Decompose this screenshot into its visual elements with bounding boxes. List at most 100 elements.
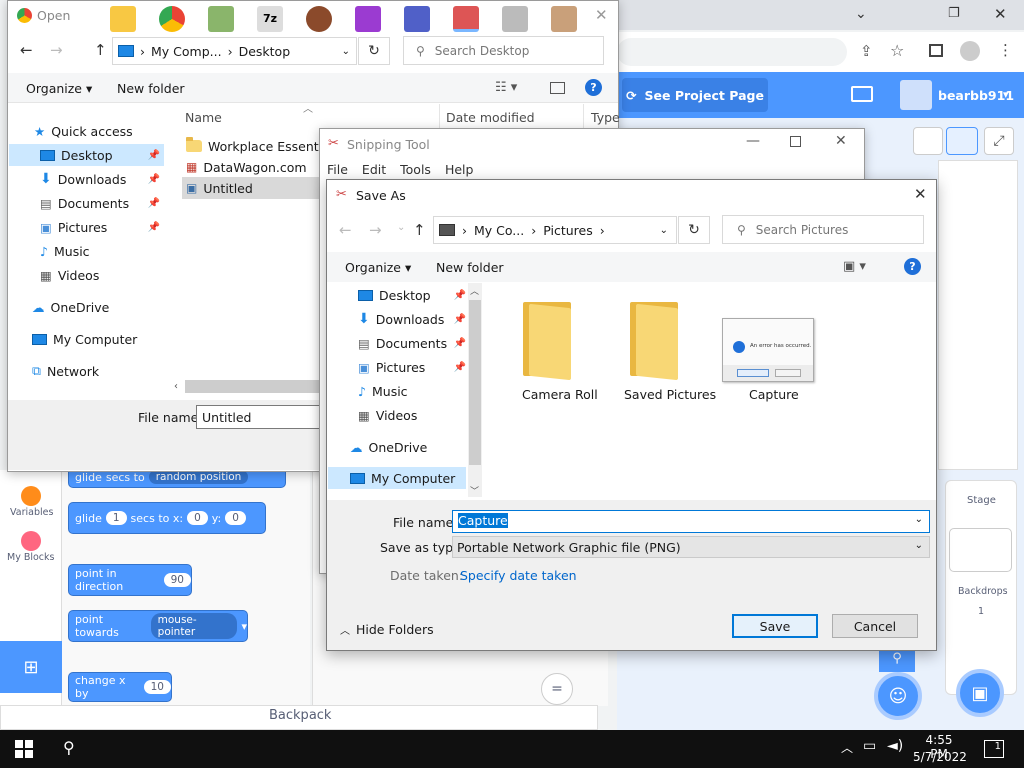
- file-row[interactable]: ▦ DataWagon.com: [186, 156, 307, 178]
- network-tray-icon[interactable]: ▭: [863, 738, 876, 754]
- choose-backdrop-icon[interactable]: ▣: [956, 669, 1004, 717]
- up-arrow-icon[interactable]: ↑: [413, 221, 426, 239]
- save-file-name-input[interactable]: Capture ⌄: [452, 510, 930, 533]
- help-icon[interactable]: ?: [585, 79, 602, 96]
- chevron-down-icon[interactable]: ⌄: [915, 514, 923, 525]
- saved-pictures-folder-icon[interactable]: [626, 298, 682, 381]
- profile-avatar[interactable]: [960, 41, 980, 61]
- point-towards-block[interactable]: point towards mouse-pointer ▾: [68, 610, 248, 642]
- share-icon[interactable]: ⇪: [860, 42, 873, 60]
- chrome-menu-icon[interactable]: ⋮: [998, 41, 1013, 59]
- save-type-select[interactable]: Portable Network Graphic file (PNG) ⌄: [452, 536, 930, 558]
- point-direction-block[interactable]: point in direction 90: [68, 564, 192, 596]
- paint-icon[interactable]: [208, 6, 234, 32]
- open-file-name-input[interactable]: Untitled: [196, 405, 320, 429]
- app-face-icon[interactable]: [551, 6, 577, 32]
- app-scanner-icon[interactable]: [502, 6, 528, 32]
- nav-music[interactable]: ♪ Music: [358, 380, 408, 402]
- recent-chevron-icon[interactable]: ⌄: [397, 222, 405, 233]
- variables-category-dot[interactable]: [21, 486, 41, 506]
- open-search-input[interactable]: ⚲ Search Desktop: [403, 36, 604, 65]
- snip-maximize-icon[interactable]: [790, 136, 801, 147]
- new-folder-button[interactable]: New folder: [117, 81, 185, 96]
- nav-desktop[interactable]: Desktop 📌: [358, 284, 466, 306]
- menu-file[interactable]: File: [327, 162, 348, 177]
- camera-roll-folder-icon[interactable]: [519, 298, 575, 381]
- organize-button[interactable]: Organize ▾: [345, 260, 411, 275]
- close-icon[interactable]: ✕: [994, 5, 1007, 23]
- scroll-up-icon[interactable]: ︿: [470, 284, 479, 297]
- nav-my-computer[interactable]: My Computer: [328, 467, 466, 489]
- col-type-header[interactable]: Type: [591, 110, 620, 125]
- chevron-down-icon[interactable]: ⌄: [915, 540, 923, 551]
- file-explorer-icon[interactable]: [110, 6, 136, 32]
- forward-arrow-icon[interactable]: →: [369, 221, 382, 239]
- scroll-left-icon[interactable]: ‹: [174, 381, 178, 392]
- capture-label[interactable]: Capture: [749, 387, 799, 402]
- snipping-taskbar-icon[interactable]: [453, 6, 479, 32]
- nav-videos[interactable]: ▦ Videos: [358, 404, 417, 426]
- game-app-icon[interactable]: [355, 6, 381, 32]
- address-bar[interactable]: [617, 38, 847, 66]
- camera-roll-label[interactable]: Camera Roll: [522, 387, 598, 402]
- snip-close-icon[interactable]: ✕: [835, 133, 847, 149]
- choose-sprite-icon[interactable]: ☺: [874, 672, 922, 720]
- app-a-icon[interactable]: [404, 6, 430, 32]
- notification-icon[interactable]: 1: [984, 740, 1004, 758]
- clock-date[interactable]: 5/7/2022: [913, 750, 967, 764]
- nav-music[interactable]: ♪ Music: [40, 240, 90, 262]
- specify-date-link[interactable]: Specify date taken: [460, 568, 577, 583]
- user-avatar[interactable]: [900, 80, 932, 110]
- back-arrow-icon[interactable]: ←: [339, 221, 352, 239]
- help-icon[interactable]: ?: [904, 258, 921, 275]
- col-date-header[interactable]: Date modified: [446, 110, 535, 125]
- add-extension-icon[interactable]: ⊞: [0, 641, 62, 693]
- volume-icon[interactable]: ◄): [887, 738, 903, 754]
- stage-thumbnail[interactable]: [949, 528, 1012, 572]
- change-x-block[interactable]: change x by 10: [68, 672, 172, 702]
- open-path-bar[interactable]: › My Comp... › Desktop ⌄: [112, 37, 357, 65]
- nav-network[interactable]: ⧉ Network: [32, 360, 99, 382]
- nav-downloads[interactable]: ⬇ Downloads 📌: [40, 168, 164, 190]
- file-row-selected[interactable]: ▣ Untitled: [182, 177, 322, 199]
- normal-stage-button[interactable]: [946, 127, 978, 155]
- view-options-icon[interactable]: ☷ ▾: [495, 80, 517, 95]
- chrome-taskbar-icon[interactable]: [159, 6, 185, 32]
- refresh-icon[interactable]: ↻: [358, 37, 390, 65]
- open-close-icon[interactable]: ✕: [595, 6, 608, 24]
- nav-onedrive[interactable]: ☁ OneDrive: [32, 296, 109, 318]
- organize-button[interactable]: Organize ▾: [26, 81, 92, 96]
- variables-category[interactable]: Variables: [10, 507, 53, 518]
- horizontal-scrollbar[interactable]: [185, 380, 320, 393]
- nav-desktop[interactable]: Desktop 📌: [9, 144, 164, 166]
- nav-downloads[interactable]: ⬇ Downloads 📌: [358, 308, 466, 330]
- save-button[interactable]: Save: [732, 614, 818, 638]
- save-path-bar[interactable]: › My Co... › Pictures › ⌄: [433, 216, 677, 244]
- file-row[interactable]: Workplace Essentials: [186, 135, 340, 157]
- minimize-icon[interactable]: ⌄: [855, 6, 867, 22]
- restore-icon[interactable]: ❐: [948, 6, 960, 21]
- cancel-button[interactable]: Cancel: [832, 614, 918, 638]
- saved-pictures-label[interactable]: Saved Pictures: [624, 387, 716, 402]
- fullscreen-icon[interactable]: ⤢: [984, 127, 1014, 155]
- chevron-down-icon[interactable]: ▾: [1003, 88, 1009, 101]
- zoom-reset-icon[interactable]: =: [541, 673, 573, 705]
- col-name-header[interactable]: Name: [185, 110, 222, 125]
- scroll-down-icon[interactable]: ﹀: [470, 484, 479, 497]
- coffee-app-icon[interactable]: [306, 6, 332, 32]
- menu-tools[interactable]: Tools: [400, 162, 431, 177]
- 7zip-icon[interactable]: 7z: [257, 6, 283, 32]
- menu-help[interactable]: Help: [445, 162, 474, 177]
- nav-my-computer[interactable]: My Computer: [32, 328, 137, 350]
- glide-xy-block[interactable]: glide 1 secs to x: 0 y: 0: [68, 502, 266, 534]
- nav-onedrive[interactable]: ☁ OneDrive: [350, 436, 427, 458]
- new-folder-button[interactable]: New folder: [436, 260, 504, 275]
- back-arrow-icon[interactable]: ←: [20, 41, 33, 59]
- tray-chevron-icon[interactable]: ︿: [841, 739, 853, 756]
- taskbar-search-icon[interactable]: ⚲: [63, 738, 75, 757]
- nav-pictures[interactable]: ▣ Pictures 📌: [358, 356, 466, 378]
- save-close-icon[interactable]: ✕: [914, 185, 927, 203]
- view-options-icon[interactable]: ▣ ▾: [843, 259, 866, 274]
- nav-scroll-thumb[interactable]: [469, 300, 481, 465]
- menu-edit[interactable]: Edit: [362, 162, 386, 177]
